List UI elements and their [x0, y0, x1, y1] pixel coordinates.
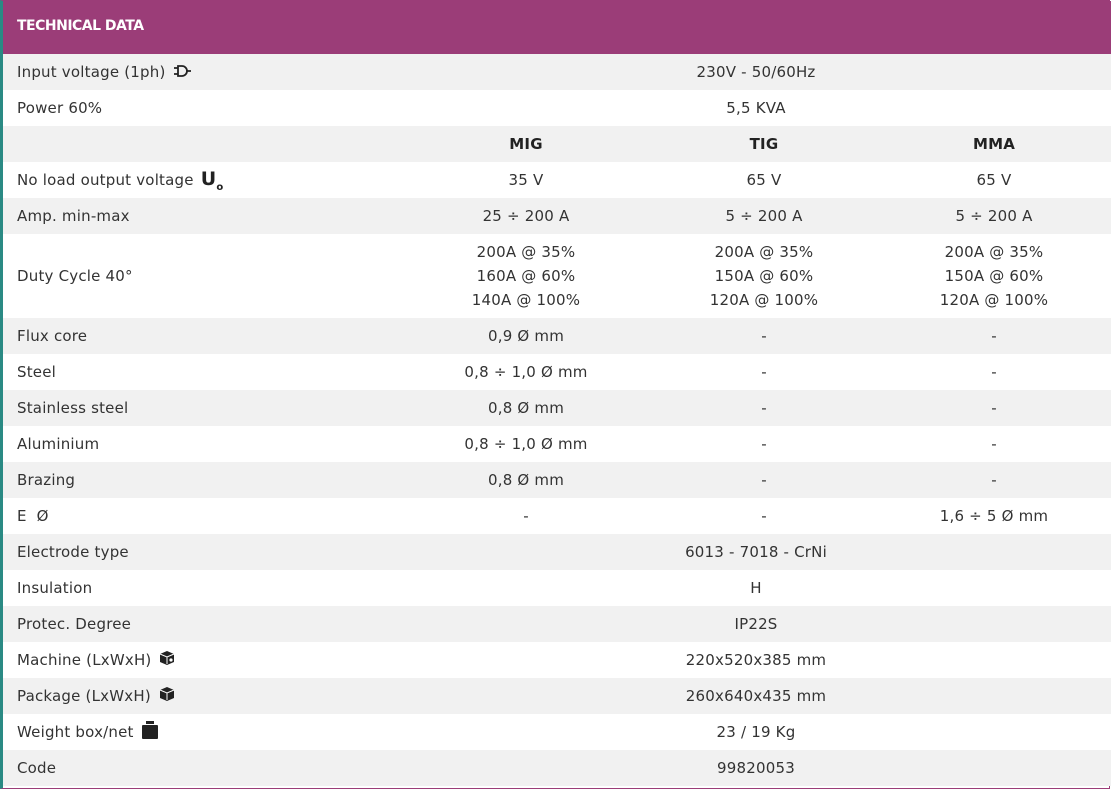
row-label: Stainless steel: [17, 399, 129, 417]
row-label: Machine (LxWxH): [17, 651, 152, 669]
table-row: Steel 0,8 ÷ 1,0 Ø mm - -: [3, 354, 1111, 390]
row-label: Package (LxWxH): [17, 687, 151, 705]
table-row: Machine (LxWxH) 220x520x385 mm: [3, 642, 1111, 678]
row-label: Flux core: [17, 327, 88, 345]
row-label: Code: [17, 759, 57, 777]
row-label: Protec. Degree: [17, 615, 132, 633]
row-label: Amp. min-max: [17, 207, 130, 225]
row-value-mma: -: [991, 399, 997, 417]
row-value-mig: 0,8 Ø mm: [487, 399, 565, 417]
row-value: H: [750, 579, 762, 597]
row-label: Duty Cycle 40°: [17, 267, 133, 285]
row-value-mma: -: [991, 435, 997, 453]
technical-data-table: Input voltage (1ph) 230V - 50/60Hz Power…: [3, 54, 1111, 786]
table-row: Insulation H: [3, 570, 1111, 606]
table-row: Brazing 0,8 Ø mm - -: [3, 462, 1111, 498]
row-label: Steel: [17, 363, 57, 381]
table-row: Aluminium 0,8 ÷ 1,0 Ø mm - -: [3, 426, 1111, 462]
row-value-mig: 0,8 ÷ 1,0 Ø mm: [464, 435, 588, 453]
row-value-mma: -: [991, 363, 997, 381]
table-row: Amp. min-max 25 ÷ 200 A 5 ÷ 200 A 5 ÷ 20…: [3, 198, 1111, 234]
row-value-tig: -: [761, 507, 767, 525]
table-row: Code 99820053: [3, 750, 1111, 786]
package-box-icon: [158, 685, 176, 707]
weight-icon: [141, 720, 159, 744]
table-row: Stainless steel 0,8 Ø mm - -: [3, 390, 1111, 426]
table-row: Package (LxWxH) 260x640x435 mm: [3, 678, 1111, 714]
row-value-tig: -: [761, 435, 767, 453]
table-row: Flux core 0,9 Ø mm - -: [3, 318, 1111, 354]
row-value: 260x640x435 mm: [685, 687, 827, 705]
row-value: 220x520x385 mm: [685, 651, 827, 669]
row-value-mig: 0,8 ÷ 1,0 Ø mm: [464, 363, 588, 381]
row-value-tig: 5 ÷ 200 A: [725, 207, 803, 225]
column-header-tig: TIG: [749, 135, 779, 153]
plug-icon: [173, 63, 191, 81]
row-value-mig: 0,9 Ø mm: [487, 327, 565, 345]
row-value-mma: 1,6 ÷ 5 Ø mm: [939, 507, 1049, 525]
table-row: Weight box/net 23 / 19 Kg: [3, 714, 1111, 750]
table-row: Protec. Degree IP22S: [3, 606, 1111, 642]
row-label: Input voltage (1ph): [17, 63, 166, 81]
row-value-mma: 65 V: [976, 171, 1012, 189]
table-title: TECHNICAL DATA: [17, 18, 144, 34]
row-label: Electrode type: [17, 543, 129, 561]
row-label: Power 60%: [17, 99, 103, 117]
row-value-mig: 0,8 Ø mm: [487, 471, 565, 489]
uo-symbol: Uo: [200, 167, 224, 193]
column-header-mig: MIG: [509, 135, 543, 153]
table-row: Duty Cycle 40° 200A @ 35% 160A @ 60% 140…: [3, 234, 1111, 318]
table-row: E Ø - - 1,6 ÷ 5 Ø mm: [3, 498, 1111, 534]
row-value-mma: 200A @ 35% 150A @ 60% 120A @ 100%: [939, 243, 1049, 309]
row-value: 5,5 KVA: [726, 99, 786, 117]
row-value: 230V - 50/60Hz: [696, 63, 816, 81]
row-value-mma: -: [991, 471, 997, 489]
row-value-tig: -: [761, 327, 767, 345]
table-header: TECHNICAL DATA: [3, 1, 1111, 54]
row-value-tig: 200A @ 35% 150A @ 60% 120A @ 100%: [709, 243, 819, 309]
machine-box-icon: [158, 649, 176, 671]
row-value: 6013 - 7018 - CrNi: [685, 543, 827, 561]
row-value-tig: -: [761, 471, 767, 489]
row-value-mma: 5 ÷ 200 A: [955, 207, 1033, 225]
row-label: Brazing: [17, 471, 76, 489]
row-value-mma: -: [991, 327, 997, 345]
table-row: Input voltage (1ph) 230V - 50/60Hz: [3, 54, 1111, 90]
row-label: Insulation: [17, 579, 93, 597]
row-value-tig: -: [761, 363, 767, 381]
row-value-tig: -: [761, 399, 767, 417]
row-value-mig: 25 ÷ 200 A: [482, 207, 570, 225]
column-header-mma: MMA: [972, 135, 1016, 153]
table-row: No load output voltage Uo 35 V 65 V 65 V: [3, 162, 1111, 198]
row-value-mig: 200A @ 35% 160A @ 60% 140A @ 100%: [471, 243, 581, 309]
row-label: Weight box/net: [17, 723, 134, 741]
row-value-mig: -: [523, 507, 529, 525]
table-row: Power 60% 5,5 KVA: [3, 90, 1111, 126]
row-label: Aluminium: [17, 435, 100, 453]
row-value-mig: 35 V: [508, 171, 544, 189]
row-value: 99820053: [717, 759, 795, 777]
row-label: No load output voltage: [17, 171, 194, 189]
row-value: IP22S: [734, 615, 778, 633]
table-row: Electrode type 6013 - 7018 - CrNi: [3, 534, 1111, 570]
column-header-row: MIG TIG MMA: [3, 126, 1111, 162]
row-label: E Ø: [17, 507, 49, 525]
row-value: 23 / 19 Kg: [716, 723, 796, 741]
row-value-tig: 65 V: [746, 171, 782, 189]
